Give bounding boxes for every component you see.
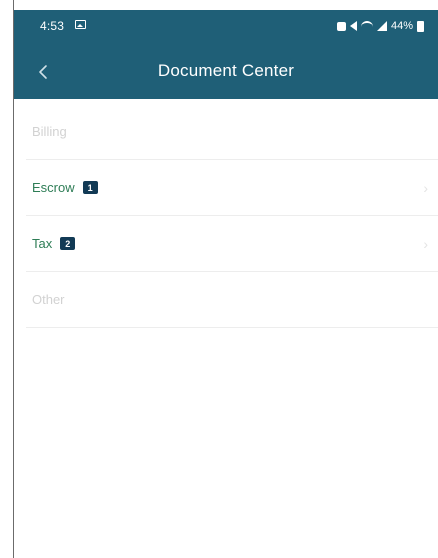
wifi-icon xyxy=(360,21,373,31)
document-row-other: Other xyxy=(26,272,438,328)
status-icons: 44% xyxy=(336,18,424,34)
document-row-billing: Billing xyxy=(26,104,438,160)
count-badge: 1 xyxy=(82,181,98,194)
document-label: Escrow xyxy=(32,180,75,195)
mute-icon xyxy=(349,21,357,31)
status-time: 4:53 xyxy=(40,19,65,33)
document-label: Other xyxy=(32,292,65,307)
battery-icon xyxy=(417,20,424,32)
app-screen: 4:53 44% Document Center Billing Escrow … xyxy=(14,0,438,558)
count-badge: 2 xyxy=(60,237,76,250)
document-row-escrow[interactable]: Escrow 1 › xyxy=(26,160,438,216)
chevron-right-icon: › xyxy=(423,179,428,196)
phone-frame: 4:53 44% Document Center Billing Escrow … xyxy=(0,0,438,558)
gallery-icon xyxy=(75,20,86,29)
app-bar: Document Center xyxy=(14,44,438,99)
page-title: Document Center xyxy=(157,61,295,80)
document-label: Billing xyxy=(32,124,67,139)
status-bar: 4:53 44% xyxy=(14,10,438,44)
document-label: Tax xyxy=(32,236,53,251)
screen-edge xyxy=(0,0,14,558)
document-row-tax[interactable]: Tax 2 › xyxy=(26,216,438,272)
recording-icon xyxy=(336,21,346,31)
battery-percent: 44% xyxy=(390,20,413,32)
signal-icon xyxy=(376,21,387,31)
document-list: Billing Escrow 1 › Tax 2 › Other xyxy=(26,104,438,328)
chevron-right-icon: › xyxy=(423,235,428,252)
